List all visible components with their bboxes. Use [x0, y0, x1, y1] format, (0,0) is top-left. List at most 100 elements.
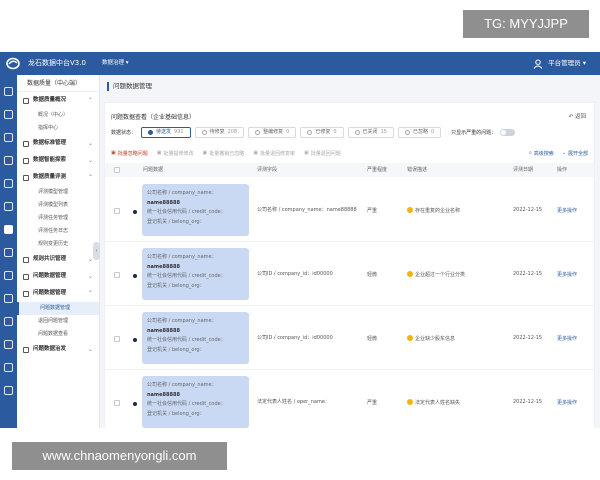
more-actions-link[interactable]: 更多操作: [557, 370, 577, 428]
sidebar-item-task-log[interactable]: 评测任务日志: [17, 225, 99, 238]
home-icon[interactable]: [4, 87, 13, 96]
sidebar-group-problem-data-2[interactable]: 问题数据管理 ⌃: [17, 285, 99, 302]
row-checkbox[interactable]: [114, 208, 120, 214]
source-icon[interactable]: [4, 110, 13, 119]
sidebar-item-rule-history[interactable]: 规则变更历史: [17, 238, 99, 251]
sidebar-collapse-handle[interactable]: ‹: [93, 242, 100, 260]
app-screen: 龙石数据中台V3.0 数据治理 ▾ 平台管理员 ▾ 数据质量（中心端） 数据质量…: [0, 52, 600, 428]
problem-data-cell: 公司名称 / company_name：name88888 统一社会信用代码 /…: [142, 184, 249, 236]
asset-icon[interactable]: [4, 248, 13, 257]
chevron-up-icon: ⌃: [87, 97, 93, 104]
error-desc-cell: 企业超过一个行业分类: [407, 242, 465, 306]
sidebar-item-model-list[interactable]: 评测模型列表: [17, 199, 99, 212]
monitor-icon[interactable]: [4, 340, 13, 349]
sync-icon[interactable]: [4, 179, 13, 188]
batch-return-review-button[interactable]: ▣ 批量退回修复审: [253, 150, 295, 157]
field-cell: 公司名称 / company_name：name88888: [257, 206, 357, 213]
chevron-up-icon: ⌃: [87, 174, 93, 181]
quality-icon[interactable]: [4, 225, 13, 234]
report-icon[interactable]: [4, 363, 13, 372]
row-checkbox[interactable]: [114, 336, 120, 342]
status-pending-send[interactable]: 待送发 991: [141, 127, 191, 138]
chevron-down-icon: ⌄: [561, 150, 566, 156]
main-content: 问题数据管理 问题数据查看（企业基础信息） ↶ 返回 数据状态： 待送发 991 …: [101, 75, 600, 428]
batch-submit-button[interactable]: ▣ 批量提修修改: [157, 150, 194, 157]
field-cell: 公司ID / company_id：id00000: [257, 334, 333, 341]
radio-icon: [255, 130, 261, 135]
top-bar: 龙石数据中台V3.0 数据治理 ▾ 平台管理员 ▾: [0, 52, 600, 75]
more-actions-link[interactable]: 更多操作: [557, 178, 577, 242]
group-icon: [23, 157, 29, 164]
chevron-down-icon: ⌄: [87, 140, 93, 147]
column-problem-data: 问题数据: [143, 167, 164, 173]
status-batch-fix[interactable]: 整编修复 0: [248, 127, 297, 138]
status-fixed[interactable]: 已修复 0: [300, 127, 344, 138]
expand-all-button[interactable]: ⌄ 展开全部: [562, 150, 588, 157]
develop-icon[interactable]: [4, 202, 13, 211]
status-filter: 数据状态： 待送发 991 待修复 208 整编修复 0 已修复 0 已关闭 15 已忽略…: [111, 127, 516, 138]
field-cell: 公司ID / company_id：id00000: [257, 270, 333, 277]
sidebar-group-problem-dispatch[interactable]: 问题数据治发 ⌄: [17, 341, 99, 358]
submit-icon: ▣: [156, 150, 162, 156]
menu-data-governance[interactable]: 数据治理 ▾: [102, 57, 129, 70]
sidebar-item-command-center[interactable]: 指挥中心: [17, 122, 99, 135]
row-marker: [133, 402, 137, 406]
select-all-checkbox[interactable]: [114, 167, 120, 173]
radio-icon: [201, 130, 207, 135]
radio-icon: [148, 130, 154, 135]
sidebar-group-problem-data-1[interactable]: 问题数据管理 ⌄: [17, 268, 99, 285]
row-checkbox[interactable]: [114, 400, 120, 406]
severity-cell: 轻微: [367, 271, 378, 278]
sidebar-item-returned-problems[interactable]: 退回问题管理: [17, 315, 99, 328]
sidebar-item-task-manage[interactable]: 评测任务管理: [17, 212, 99, 225]
severe-only-toggle[interactable]: [500, 129, 516, 136]
table-row: 公司名称 / company_name：name88888 统一社会信用代码 /…: [105, 370, 594, 428]
sidebar-item-problem-manage[interactable]: 问题数据管理: [17, 302, 99, 315]
sidebar-group-overview[interactable]: 数据质量概况 ⌃: [17, 92, 99, 109]
date-cell: 2022-12-15: [513, 271, 543, 277]
radio-icon: [404, 130, 410, 135]
problem-data-card: 问题数据查看（企业基础信息） ↶ 返回 数据状态： 待送发 991 待修复 208 …: [104, 102, 595, 428]
model-icon[interactable]: [4, 156, 13, 165]
status-closed[interactable]: 已关闭 15: [347, 127, 394, 138]
batch-ignore-button[interactable]: ▣ 批量忽略问题: [111, 150, 148, 157]
status-ignored[interactable]: 已忽略 0: [397, 127, 442, 138]
card-title: 问题数据查看（企业基础信息）: [111, 114, 196, 121]
security-icon[interactable]: [4, 294, 13, 303]
column-field: 评测字段: [257, 167, 278, 173]
batch-undo-ignore-button[interactable]: ▣ 批量撤销已忽略: [203, 150, 245, 157]
severity-cell: 严重: [367, 207, 378, 214]
more-actions-link[interactable]: 更多操作: [557, 306, 577, 370]
row-checkbox[interactable]: [114, 272, 120, 278]
status-pending-fix[interactable]: 待修复 208: [194, 127, 245, 138]
service-icon[interactable]: [4, 271, 13, 280]
sidebar-group-standard[interactable]: 数据标准管理 ⌄: [17, 135, 99, 152]
sidebar-group-explore[interactable]: 数据智能探索 ⌄: [17, 152, 99, 169]
settings-icon[interactable]: [4, 386, 13, 395]
table-row: 公司名称 / company_name：name88888 统一社会信用代码 /…: [105, 306, 594, 370]
app-name: 龙石数据中台V3.0: [28, 59, 86, 67]
chevron-down-icon: ⌄: [87, 273, 93, 280]
severe-only-label: 只显示严重的问题：: [451, 130, 497, 136]
chevron-down-icon: ⌄: [87, 157, 93, 164]
sidebar-item-problem-view[interactable]: 问题数据查看: [17, 328, 99, 341]
breadcrumb: 问题数据管理: [107, 82, 152, 91]
sidebar-item-model-manage[interactable]: 评测模型管理: [17, 186, 99, 199]
table-row: 公司名称 / company_name：name88888 统一社会信用代码 /…: [105, 178, 594, 242]
sidebar-group-rule-consensus[interactable]: 规则共识管理 ⌄: [17, 251, 99, 268]
date-cell: 2022-12-15: [513, 207, 543, 213]
lightbulb-icon: [407, 207, 413, 213]
row-marker: [133, 210, 137, 214]
search-icon: ⌕: [528, 150, 532, 156]
ops-icon[interactable]: [4, 317, 13, 326]
sidebar-item-overview-center[interactable]: 概况（中心）: [17, 109, 99, 122]
more-actions-link[interactable]: 更多操作: [557, 242, 577, 306]
back-button[interactable]: ↶ 返回: [569, 112, 586, 120]
user-menu[interactable]: 平台管理员 ▾: [533, 57, 586, 70]
batch-return-problem-button[interactable]: ▣ 批量退回问题: [304, 150, 341, 157]
sidebar: 数据质量（中心端） 数据质量概况 ⌃ 概况（中心） 指挥中心 数据标准管理 ⌄ 数据…: [17, 75, 100, 428]
sidebar-group-evaluation[interactable]: 数据质量评测 ⌃: [17, 169, 99, 186]
chevron-down-icon: ⌄: [87, 346, 93, 353]
standard-icon[interactable]: [4, 133, 13, 142]
advanced-search-button[interactable]: ⌕ 高级搜索: [529, 150, 554, 157]
